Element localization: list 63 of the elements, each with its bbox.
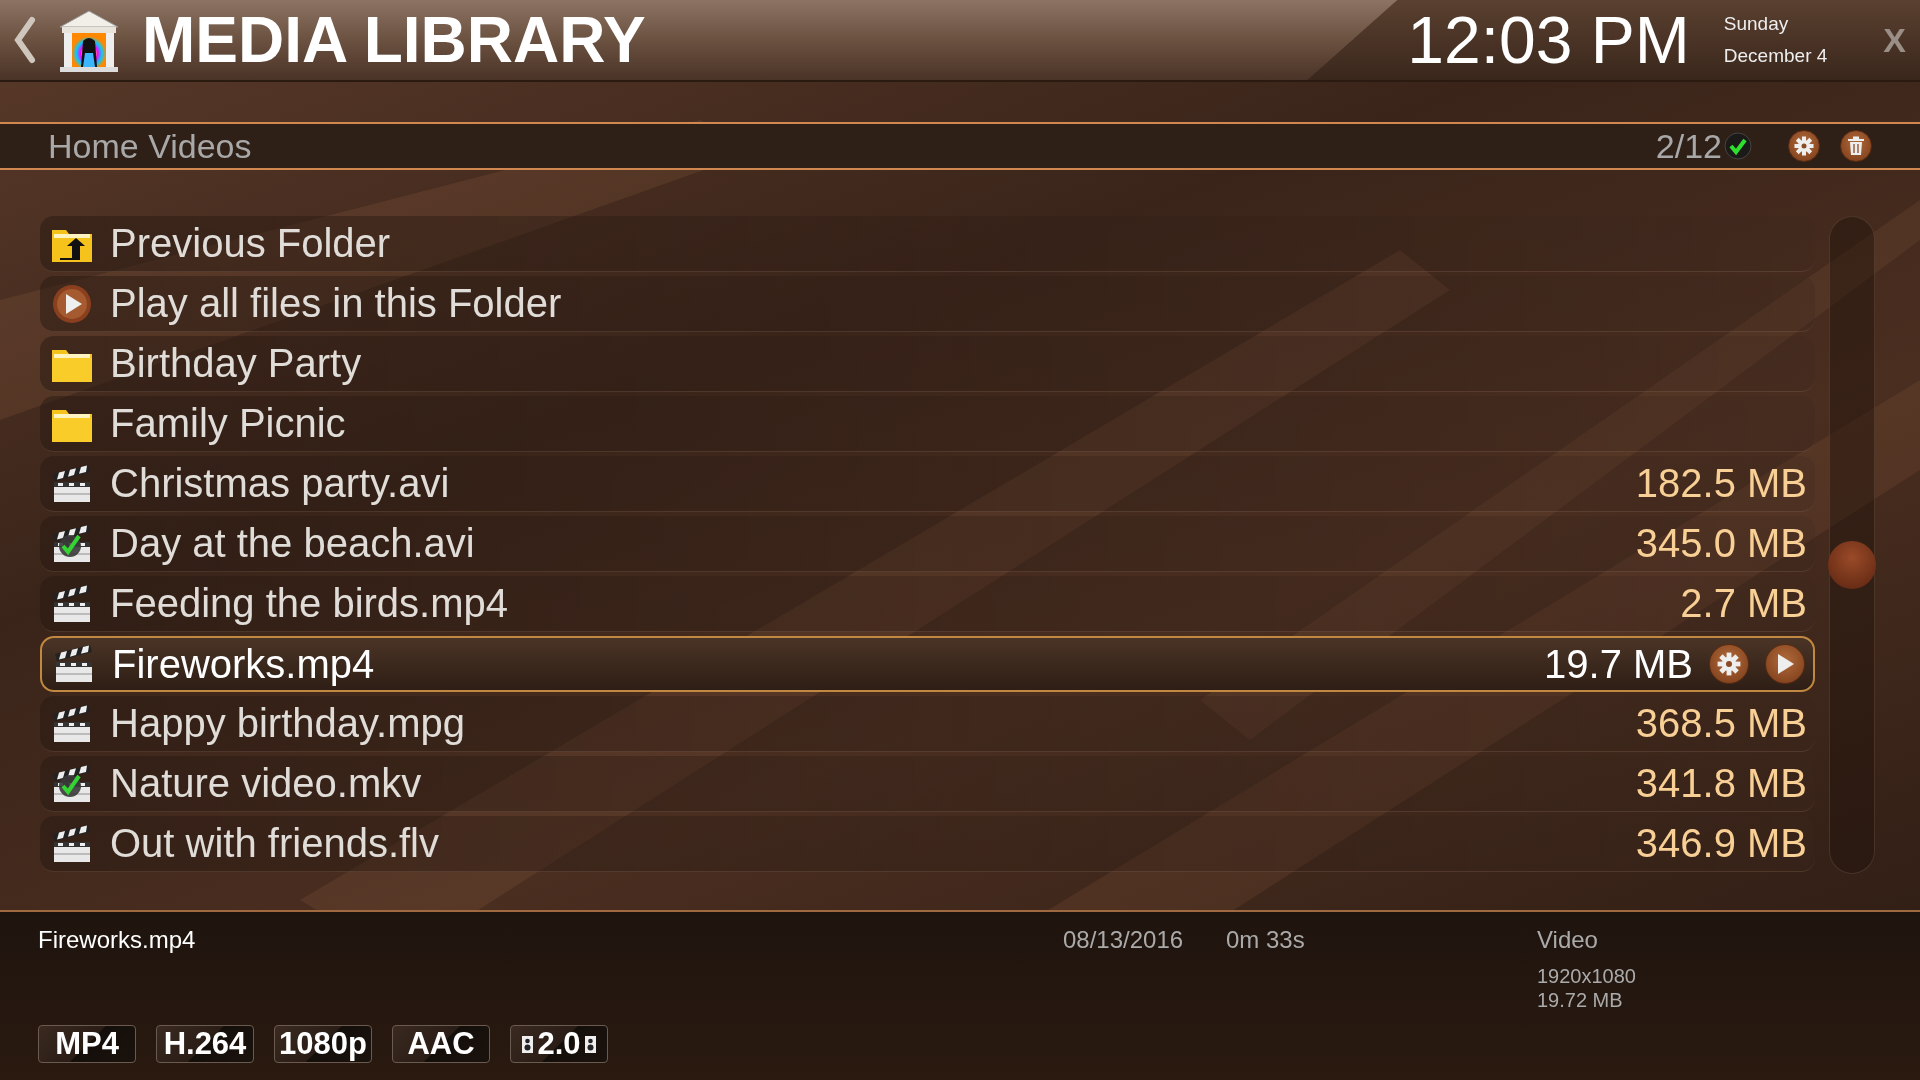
speaker-icon bbox=[584, 1035, 596, 1053]
file-name: Play all files in this Folder bbox=[110, 281, 562, 326]
play-icon bbox=[50, 283, 94, 324]
file-size: 2.7 MB bbox=[1680, 581, 1807, 626]
clock-time: 12:03 PM bbox=[1407, 2, 1690, 78]
file-name: Day at the beach.avi bbox=[110, 521, 475, 566]
gear-icon bbox=[1794, 136, 1814, 156]
file-size: 19.7 MB bbox=[1544, 641, 1693, 687]
file-name: Birthday Party bbox=[110, 341, 362, 386]
file-list-row[interactable]: Previous Folder bbox=[40, 216, 1815, 272]
file-name: Previous Folder bbox=[110, 221, 391, 266]
file-list-row[interactable]: Play all files in this Folder bbox=[40, 276, 1815, 332]
file-type: Video bbox=[1537, 926, 1599, 954]
video-resolution: 1920x1080 bbox=[1537, 964, 1636, 988]
trash-icon bbox=[1847, 136, 1865, 156]
file-name: Happy birthday.mpg bbox=[110, 701, 465, 746]
settings-button[interactable] bbox=[1709, 644, 1749, 684]
file-duration: 0m 33s bbox=[1226, 926, 1306, 954]
gear-icon bbox=[1717, 652, 1741, 676]
file-list-row[interactable]: Day at the beach.avi 345.0 MB bbox=[40, 516, 1815, 572]
speaker-icon bbox=[522, 1035, 534, 1053]
play-icon bbox=[1775, 653, 1795, 675]
file-name: Fireworks.mp4 bbox=[112, 641, 375, 687]
file-date: 08/13/2016 bbox=[1063, 926, 1185, 954]
file-name: Christmas party.avi bbox=[110, 461, 450, 506]
scrollbar-thumb[interactable] bbox=[1828, 541, 1876, 589]
delete-button[interactable] bbox=[1840, 130, 1872, 162]
file-list-row[interactable]: Fireworks.mp4 19.7 MB bbox=[40, 636, 1815, 692]
file-list-row[interactable]: Nature video.mkv 341.8 MB bbox=[40, 756, 1815, 812]
chevron-left-icon bbox=[12, 16, 36, 64]
file-list-row[interactable]: Happy birthday.mpg 368.5 MB bbox=[40, 696, 1815, 752]
file-list-row[interactable]: Christmas party.avi 182.5 MB bbox=[40, 456, 1815, 512]
selected-file-name: Fireworks.mp4 bbox=[38, 926, 197, 954]
file-name: Family Picnic bbox=[110, 401, 346, 446]
watched-counter: 2/12 bbox=[1655, 126, 1722, 166]
file-list-row[interactable]: Feeding the birds.mp4 2.7 MB bbox=[40, 576, 1815, 632]
format-badge: MP4 bbox=[38, 1025, 136, 1063]
file-size: 182.5 MB bbox=[1635, 461, 1807, 506]
format-badge: AAC bbox=[392, 1025, 490, 1063]
file-name: Feeding the birds.mp4 bbox=[110, 581, 508, 626]
settings-button[interactable] bbox=[1788, 130, 1820, 162]
file-list-row[interactable]: Birthday Party bbox=[40, 336, 1815, 392]
format-badge: 1080p bbox=[274, 1025, 372, 1063]
weekday-label: Sunday bbox=[1723, 13, 1790, 35]
scrollbar-track[interactable] bbox=[1829, 216, 1875, 874]
folder-path: Home Videos bbox=[48, 126, 252, 166]
file-list-row[interactable]: Family Picnic bbox=[40, 396, 1815, 452]
file-name: Out with friends.flv bbox=[110, 821, 439, 866]
file-size: 368.5 MB bbox=[1635, 701, 1807, 746]
file-size: 341.8 MB bbox=[1635, 761, 1807, 806]
play-button[interactable] bbox=[1765, 644, 1805, 684]
file-size: 345.0 MB bbox=[1635, 521, 1807, 566]
file-size-detail: 19.72 MB bbox=[1537, 988, 1624, 1012]
file-list-row[interactable]: Out with friends.flv 346.9 MB bbox=[40, 816, 1815, 872]
check-icon bbox=[1724, 132, 1752, 160]
format-badge: H.264 bbox=[156, 1025, 254, 1063]
date-label: December 4 bbox=[1723, 45, 1828, 67]
app-title: MEDIA LIBRARY bbox=[142, 3, 646, 77]
back-button[interactable] bbox=[12, 16, 36, 64]
file-name: Nature video.mkv bbox=[110, 761, 422, 806]
file-size: 346.9 MB bbox=[1635, 821, 1807, 866]
badge-label: 2.0 bbox=[537, 1026, 581, 1062]
close-button[interactable]: X bbox=[1883, 20, 1906, 60]
